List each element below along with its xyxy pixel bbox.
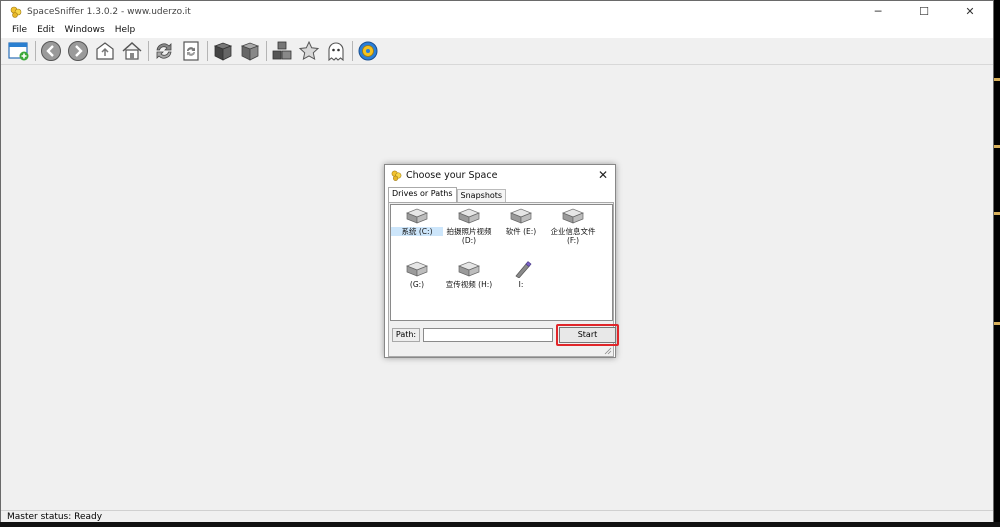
- menu-windows[interactable]: Windows: [60, 25, 110, 35]
- ghost-icon: [328, 42, 344, 62]
- drive-label: (G:): [409, 280, 425, 289]
- app-logo-icon: [10, 6, 22, 18]
- app-logo-icon: [391, 170, 402, 181]
- menu-edit[interactable]: Edit: [32, 25, 59, 35]
- desktop-background-strip: [994, 0, 1000, 527]
- refresh-page-button[interactable]: [179, 39, 203, 63]
- drive-item[interactable]: 拍摄照片视频 (D:): [443, 207, 495, 245]
- drive-label: 系统 (C:): [391, 227, 443, 236]
- drive-list: 系统 (C:) 拍摄照片视频 (D:) 软件 (E:) 企业信息文件 (F:) …: [390, 204, 613, 321]
- drive-label: 企业信息文件 (F:): [550, 227, 596, 245]
- back-arrow-icon: [41, 41, 61, 61]
- drive-label: 宣传视频 (H:): [445, 280, 493, 289]
- forward-button[interactable]: [66, 39, 90, 63]
- desktop-bottom-strip: [0, 522, 1000, 527]
- menu-file[interactable]: File: [7, 25, 32, 35]
- toolbar-separator: [266, 41, 267, 61]
- title-bar[interactable]: SpaceSniffer 1.3.0.2 - www.uderzo.it ─ ☐…: [1, 1, 993, 22]
- window-title: SpaceSniffer 1.3.0.2 - www.uderzo.it: [27, 6, 191, 17]
- tab-snapshots[interactable]: Snapshots: [456, 189, 507, 202]
- box-dark-button[interactable]: [211, 39, 235, 63]
- refresh-button[interactable]: [152, 39, 176, 63]
- hard-drive-icon: [510, 208, 532, 224]
- dialog-title-bar[interactable]: Choose your Space ✕: [385, 165, 615, 186]
- favorites-button[interactable]: [297, 39, 321, 63]
- choose-space-dialog: Choose your Space ✕ Drives or Paths Snap…: [384, 164, 619, 358]
- drive-item[interactable]: 宣传视频 (H:): [443, 260, 495, 289]
- drive-label: 软件 (E:): [505, 227, 537, 236]
- parent-folder-button[interactable]: [93, 39, 117, 63]
- refresh-page-icon: [183, 41, 199, 61]
- close-button[interactable]: ✕: [947, 1, 993, 22]
- toolbar-separator: [352, 41, 353, 61]
- dialog-tabs: Drives or Paths Snapshots: [388, 187, 507, 202]
- menu-bar: File Edit Windows Help: [1, 22, 993, 38]
- drive-label: I:: [518, 280, 524, 289]
- settings-button[interactable]: [356, 39, 380, 63]
- hard-drive-icon: [562, 208, 584, 224]
- drive-item[interactable]: (G:): [391, 260, 443, 289]
- new-window-button[interactable]: [7, 39, 31, 63]
- drive-label: 拍摄照片视频 (D:): [446, 227, 492, 245]
- resize-grip-icon[interactable]: [604, 347, 612, 355]
- hard-drive-icon: [406, 261, 428, 277]
- hard-drive-icon: [458, 208, 480, 224]
- minimize-button[interactable]: ─: [855, 1, 901, 22]
- boxes-icon: [272, 41, 292, 60]
- tab-drives-or-paths[interactable]: Drives or Paths: [388, 187, 457, 202]
- toolbar: [1, 38, 993, 65]
- drive-item[interactable]: 软件 (E:): [495, 207, 547, 236]
- maximize-button[interactable]: ☐: [901, 1, 947, 22]
- hard-drive-icon: [406, 208, 428, 224]
- forward-arrow-icon: [68, 41, 88, 61]
- box-light-button[interactable]: [238, 39, 262, 63]
- ghost-button[interactable]: [324, 39, 348, 63]
- new-window-icon: [8, 42, 29, 61]
- box-light-icon: [240, 42, 260, 61]
- toolbar-separator: [35, 41, 36, 61]
- home-icon: [122, 41, 142, 60]
- dialog-close-button[interactable]: ✕: [597, 169, 609, 181]
- settings-gear-icon: [358, 41, 378, 61]
- parent-folder-icon: [96, 42, 114, 60]
- toolbar-separator: [207, 41, 208, 61]
- boxes-button[interactable]: [270, 39, 294, 63]
- back-button[interactable]: [39, 39, 63, 63]
- drive-item[interactable]: I:: [495, 260, 547, 289]
- path-row: Path: Start: [391, 324, 619, 346]
- tab-panel: 系统 (C:) 拍摄照片视频 (D:) 软件 (E:) 企业信息文件 (F:) …: [388, 202, 619, 357]
- drive-item[interactable]: 系统 (C:): [391, 207, 443, 236]
- path-input[interactable]: [423, 328, 553, 342]
- box-dark-icon: [213, 42, 233, 61]
- hard-drive-icon: [458, 261, 480, 277]
- refresh-icon: [156, 43, 172, 59]
- menu-help[interactable]: Help: [110, 25, 141, 35]
- drive-item[interactable]: 企业信息文件 (F:): [547, 207, 599, 245]
- status-text: Master status: Ready: [7, 512, 103, 522]
- usb-drive-icon: [515, 261, 532, 278]
- path-label-button[interactable]: Path:: [392, 328, 420, 342]
- dialog-title: Choose your Space: [406, 170, 498, 181]
- star-icon: [298, 40, 320, 60]
- toolbar-separator: [148, 41, 149, 61]
- start-button[interactable]: Start: [559, 327, 616, 343]
- home-button[interactable]: [120, 39, 144, 63]
